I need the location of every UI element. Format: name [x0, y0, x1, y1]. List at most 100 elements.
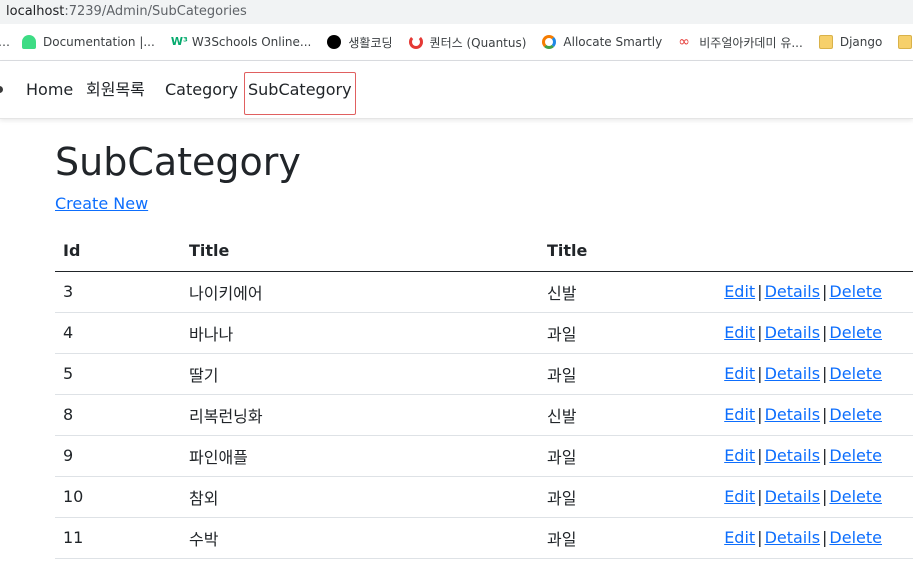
separator: | — [757, 405, 763, 424]
bookmark-allocate[interactable]: Allocate Smartly — [542, 35, 662, 49]
table-row: 9 파인애플 과일 Edit | Details | Delete — [55, 435, 913, 477]
bookmark-label: 생활코딩 — [348, 35, 393, 50]
bookmark-folder-partial[interactable] — [898, 35, 913, 49]
cell-id: 4 — [55, 312, 181, 354]
table-header-row: Id Title Title — [55, 231, 913, 272]
brand-logo[interactable] — [0, 86, 3, 93]
black-circle-icon — [327, 35, 342, 49]
separator: | — [757, 446, 763, 465]
cell-category: 과일 — [539, 353, 713, 395]
nav-members[interactable]: 회원목록 — [86, 61, 145, 119]
delete-link[interactable]: Delete — [829, 364, 882, 383]
bookmark-quantus[interactable]: 퀀터스 (Quantus) — [408, 34, 527, 51]
edit-link[interactable]: Edit — [724, 282, 755, 301]
details-link[interactable]: Details — [765, 405, 820, 424]
delete-link[interactable]: Delete — [829, 487, 882, 506]
delete-link[interactable]: Delete — [829, 323, 882, 342]
nav-category[interactable]: Category — [165, 61, 238, 119]
delete-link[interactable]: Delete — [829, 446, 882, 465]
separator: | — [757, 364, 763, 383]
infinity-icon: ∞ — [678, 34, 690, 50]
cell-actions: Edit | Details | Delete — [713, 353, 913, 395]
details-link[interactable]: Details — [765, 364, 820, 383]
cell-category: 신발 — [539, 394, 713, 436]
details-link[interactable]: Details — [765, 487, 820, 506]
separator: | — [822, 446, 828, 465]
android-icon — [22, 35, 36, 49]
table-row: 10 참외 과일 Edit | Details | Delete — [55, 476, 913, 518]
edit-link[interactable]: Edit — [724, 487, 755, 506]
table-row: 8 리복런닝화 신발 Edit | Details | Delete — [55, 394, 913, 436]
bookmark-django[interactable]: Django — [818, 35, 883, 49]
cell-actions: Edit | Details | Delete — [713, 476, 913, 518]
bookmark-label: Documentation |... — [43, 35, 155, 49]
details-link[interactable]: Details — [765, 446, 820, 465]
navbar: Home 회원목록 Category SubCategory — [0, 61, 913, 119]
header-title: Title — [181, 231, 539, 272]
cell-title: 나이키에어 — [181, 271, 539, 313]
delete-link[interactable]: Delete — [829, 405, 882, 424]
edit-link[interactable]: Edit — [724, 364, 755, 383]
url-host: localhost — [6, 4, 65, 19]
bookmark-label: 비주얼아카데미 유... — [699, 35, 803, 50]
subcategory-table: Id Title Title 3 나이키에어 신발 Edit | Details | Dele… — [55, 231, 913, 559]
delete-link[interactable]: Delete — [829, 528, 882, 547]
separator: | — [822, 364, 828, 383]
details-link[interactable]: Details — [765, 528, 820, 547]
nav-subcategory[interactable]: SubCategory — [248, 61, 352, 119]
bookmark-label: W3Schools Online... — [191, 35, 312, 49]
bookmark-visualacademy[interactable]: ∞ 비주얼아카데미 유... — [678, 34, 803, 51]
separator: | — [757, 487, 763, 506]
delete-link[interactable]: Delete — [829, 282, 882, 301]
cell-id: 9 — [55, 435, 181, 477]
bookmark-saenghwal[interactable]: 생활코딩 — [327, 34, 393, 51]
separator: | — [757, 323, 763, 342]
separator: | — [822, 323, 828, 342]
cell-actions: Edit | Details | Delete — [713, 394, 913, 436]
cell-category: 신발 — [539, 271, 713, 313]
cell-title: 딸기 — [181, 353, 539, 395]
bookmark-documentation[interactable]: Documentation |... — [22, 35, 155, 49]
cell-category: 과일 — [539, 312, 713, 354]
header-id: Id — [55, 231, 181, 272]
edit-link[interactable]: Edit — [724, 528, 755, 547]
address-bar[interactable]: localhost:7239/Admin/SubCategories — [0, 0, 913, 24]
header-category-title: Title — [539, 231, 713, 272]
cell-category: 과일 — [539, 435, 713, 477]
allocate-icon — [542, 35, 557, 49]
edit-link[interactable]: Edit — [724, 405, 755, 424]
cell-id: 3 — [55, 271, 181, 313]
details-link[interactable]: Details — [765, 323, 820, 342]
cell-title: 참외 — [181, 476, 539, 518]
w3schools-icon: W³ — [170, 35, 188, 48]
bookmark-w3schools[interactable]: W³ W3Schools Online... — [171, 35, 312, 49]
cell-id: 5 — [55, 353, 181, 395]
separator: | — [757, 282, 763, 301]
edit-link[interactable]: Edit — [724, 446, 755, 465]
details-link[interactable]: Details — [765, 282, 820, 301]
bookmarks-bar: … Documentation |... W³ W3Schools Online… — [0, 24, 913, 61]
cell-category: 과일 — [539, 517, 713, 559]
cell-category: 과일 — [539, 476, 713, 518]
bookmark-label: Django — [839, 35, 883, 49]
quantus-icon — [408, 35, 423, 49]
nav-home[interactable]: Home — [26, 61, 73, 119]
cell-actions: Edit | Details | Delete — [713, 517, 913, 559]
edit-link[interactable]: Edit — [724, 323, 755, 342]
cell-id: 11 — [55, 517, 181, 559]
cell-actions: Edit | Details | Delete — [713, 271, 913, 313]
table-row: 11 수박 과일 Edit | Details | Delete — [55, 517, 913, 559]
folder-icon — [898, 35, 913, 49]
separator: | — [757, 528, 763, 547]
bookmark-label: 퀀터스 (Quantus) — [429, 35, 527, 50]
cell-title: 수박 — [181, 517, 539, 559]
bookmark-overflow[interactable]: … — [0, 35, 10, 49]
page-title: SubCategory — [55, 140, 301, 184]
separator: | — [822, 282, 828, 301]
create-new-link[interactable]: Create New — [55, 193, 148, 215]
cell-id: 8 — [55, 394, 181, 436]
header-actions — [713, 231, 913, 272]
url-path: :7239/Admin/SubCategories — [64, 4, 247, 19]
separator: | — [822, 487, 828, 506]
table-row: 5 딸기 과일 Edit | Details | Delete — [55, 353, 913, 395]
